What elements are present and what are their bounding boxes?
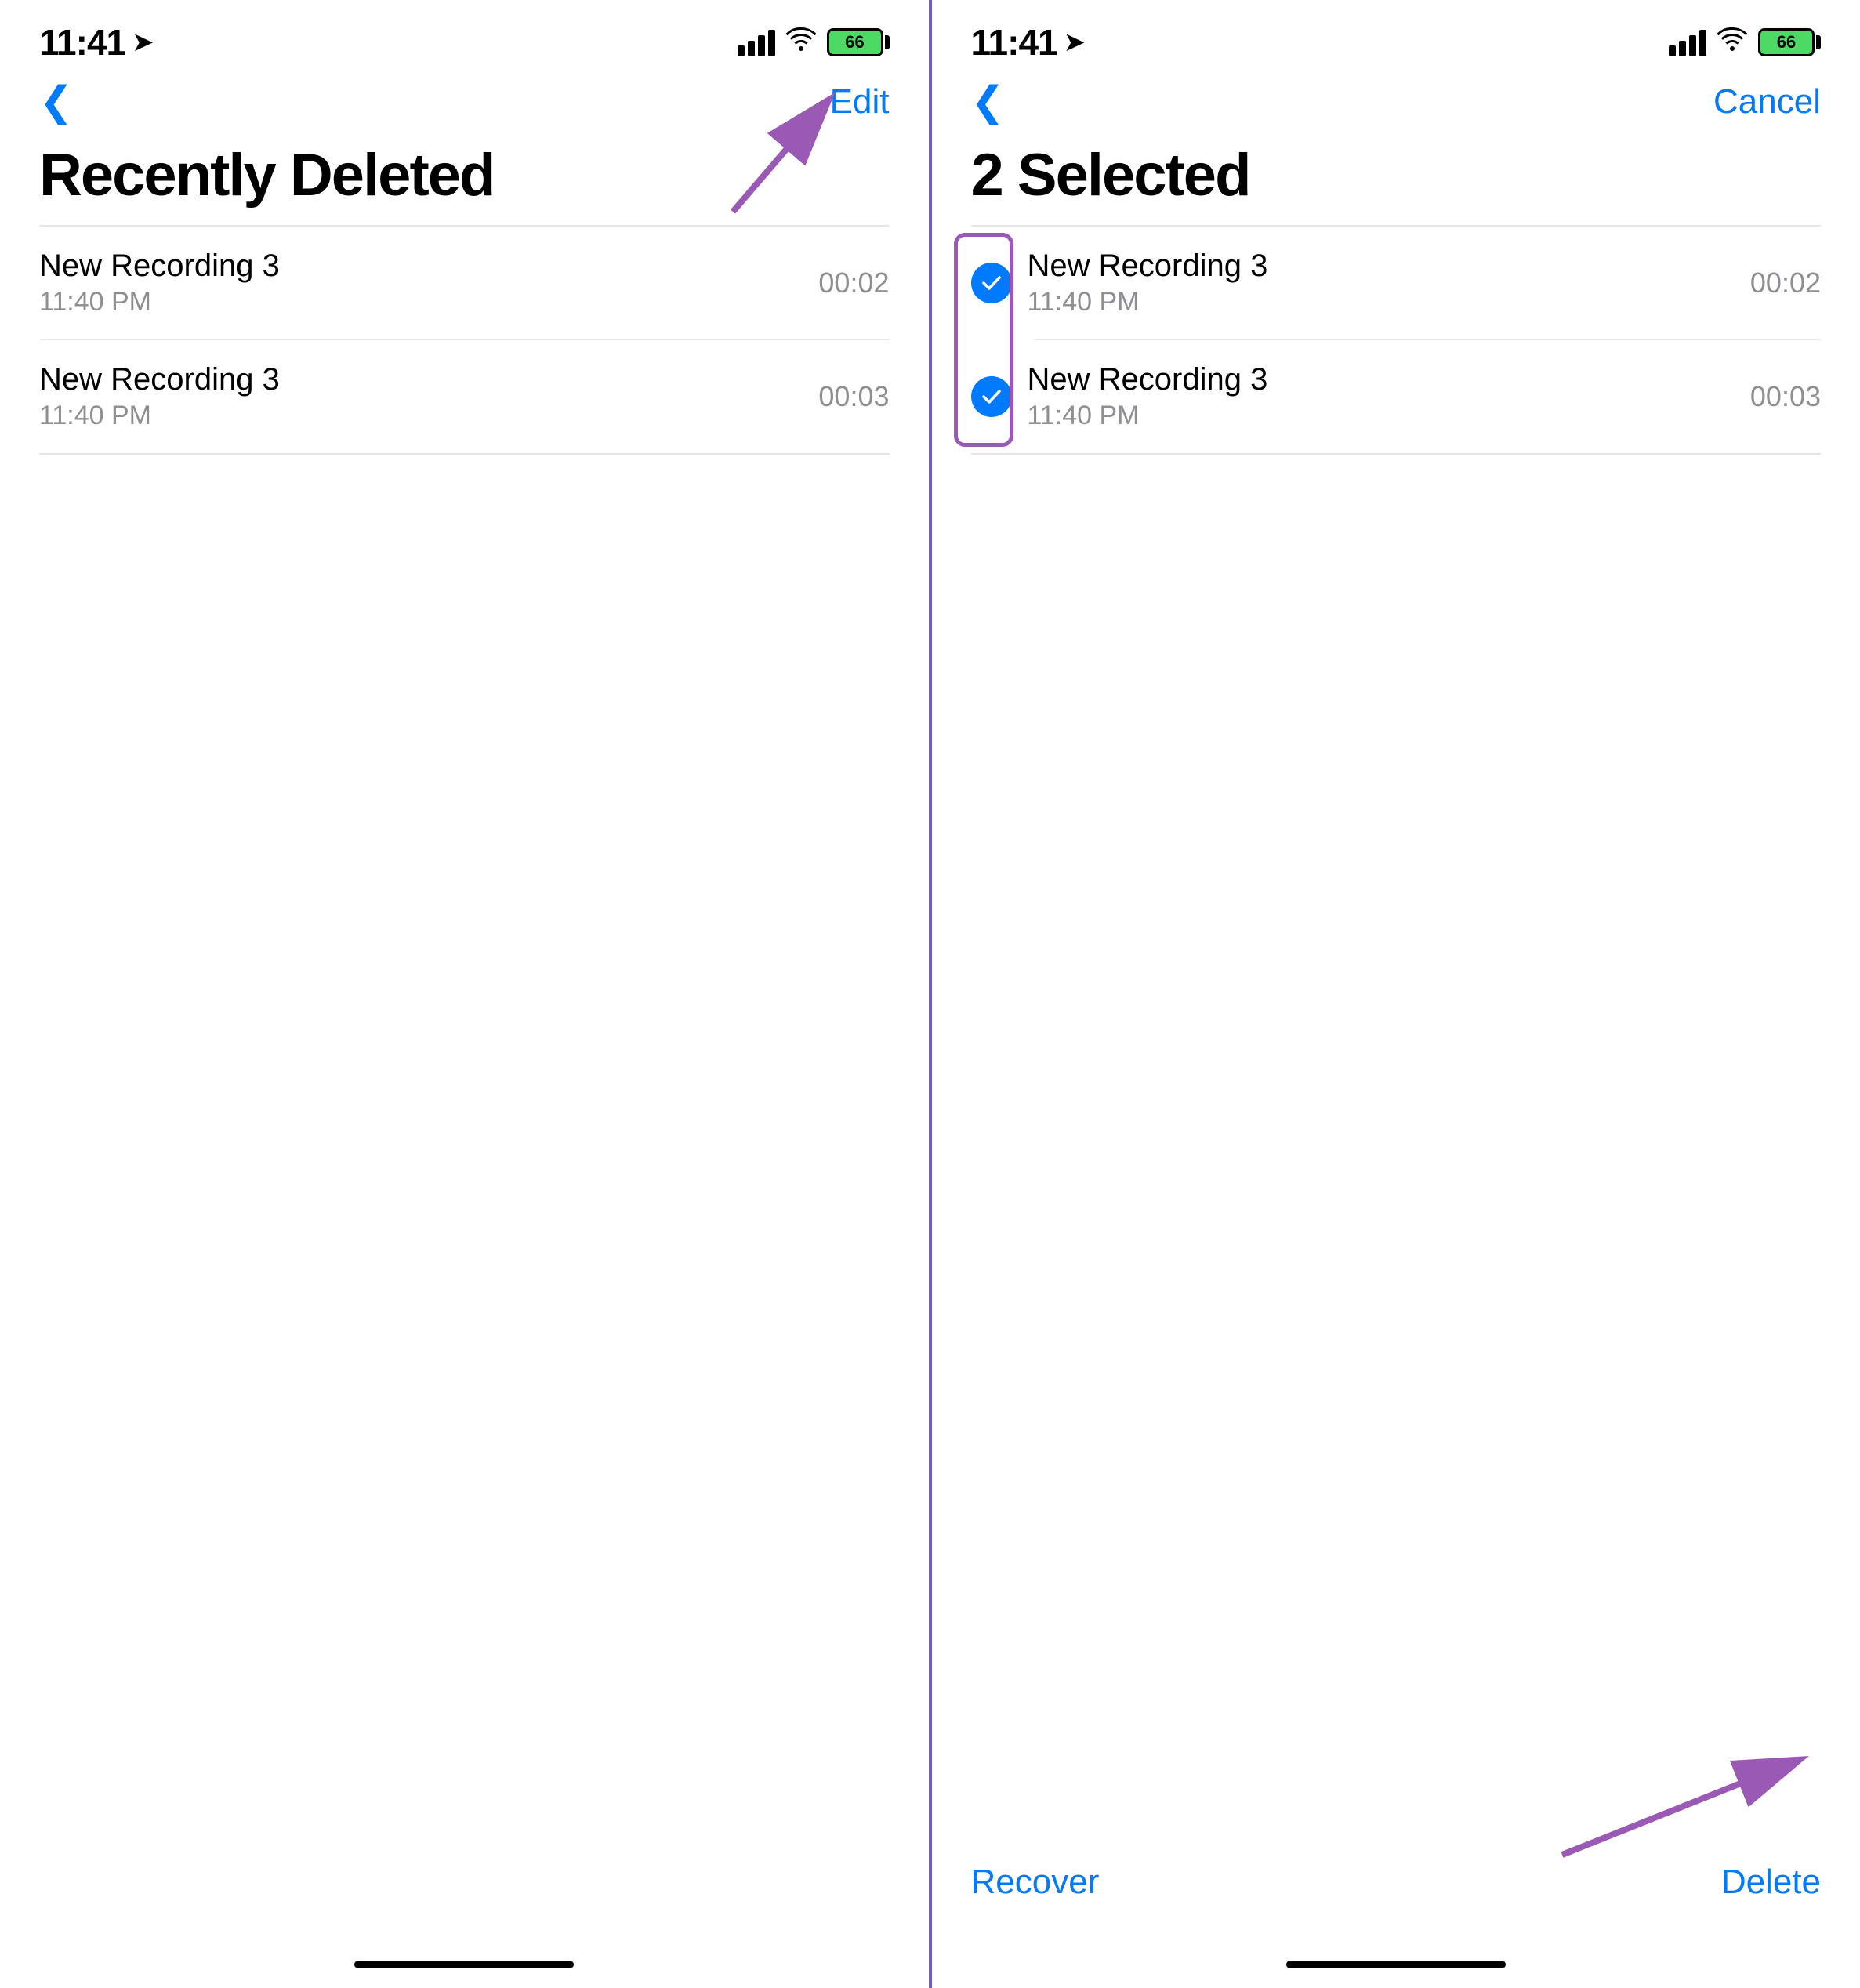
edit-button[interactable]: Edit [830,82,890,122]
back-button-left[interactable]: ❮ [39,78,74,125]
checkbox-1[interactable] [971,263,1012,303]
status-time-left: 11:41 [39,21,125,63]
signal-icon-right [1669,28,1706,56]
recording-item-2-right[interactable]: New Recording 3 11:40 PM 00:03 [932,340,1860,453]
recording-item-2-left[interactable]: New Recording 3 11:40 PM 00:03 [0,340,929,453]
rec-time-1-left: 11:40 PM [39,287,280,317]
battery-right: 66 [1758,28,1821,56]
status-time-right: 11:41 [971,21,1057,63]
status-icons-left: 66 [738,27,890,58]
checkbox-2[interactable] [971,376,1012,417]
nav-bar-left: ❮ Edit [0,71,929,133]
delete-button[interactable]: Delete [1721,1863,1821,1902]
status-bar-left: 11:41 ➤ 66 [0,0,929,71]
location-icon-right: ➤ [1064,27,1086,58]
recording-item-1-left[interactable]: New Recording 3 11:40 PM 00:02 [0,227,929,339]
wifi-icon-left [786,27,816,58]
cancel-button[interactable]: Cancel [1713,82,1821,122]
content-spacer-right [932,455,1860,1848]
rec-name-2-left: New Recording 3 [39,362,280,397]
rec-time-1-right: 11:40 PM [1028,287,1268,317]
home-bar-right [1286,1961,1506,1968]
page-title-right: 2 Selected [932,133,1860,225]
rec-duration-2-right: 00:03 [1750,380,1821,413]
battery-left: 66 [827,28,890,56]
rec-name-1-left: New Recording 3 [39,248,280,284]
home-indicator-left [0,1941,929,1988]
rec-duration-1-right: 00:02 [1750,267,1821,299]
status-icons-right: 66 [1669,27,1821,58]
back-button-right[interactable]: ❮ [971,78,1006,125]
battery-label-right: 66 [1758,28,1815,56]
rec-time-2-right: 11:40 PM [1028,401,1268,431]
rec-name-1-right: New Recording 3 [1028,248,1268,284]
rec-duration-1-left: 00:02 [818,267,889,299]
location-icon-left: ➤ [132,27,154,58]
content-spacer-left [0,455,929,1942]
page-title-left: Recently Deleted [0,133,929,225]
left-panel: 11:41 ➤ 66 ❮ Edit Recently D [0,0,929,1988]
recording-item-1-right[interactable]: New Recording 3 11:40 PM 00:02 [932,227,1860,339]
home-indicator-right [932,1941,1860,1988]
rec-time-2-left: 11:40 PM [39,401,280,431]
home-bar-left [354,1961,574,1968]
nav-bar-right: ❮ Cancel [932,71,1860,133]
bottom-bar-right: Recover Delete [932,1847,1860,1941]
right-panel: 11:41 ➤ 66 ❮ Cancel 2 Select [932,0,1860,1988]
signal-icon-left [738,28,775,56]
recover-button[interactable]: Recover [971,1863,1100,1902]
status-bar-right: 11:41 ➤ 66 [932,0,1860,71]
selected-items-container: New Recording 3 11:40 PM 00:02 New Recor… [932,227,1860,454]
rec-name-2-right: New Recording 3 [1028,362,1268,397]
rec-duration-2-left: 00:03 [818,380,889,413]
battery-label-left: 66 [827,28,883,56]
wifi-icon-right [1717,27,1747,58]
